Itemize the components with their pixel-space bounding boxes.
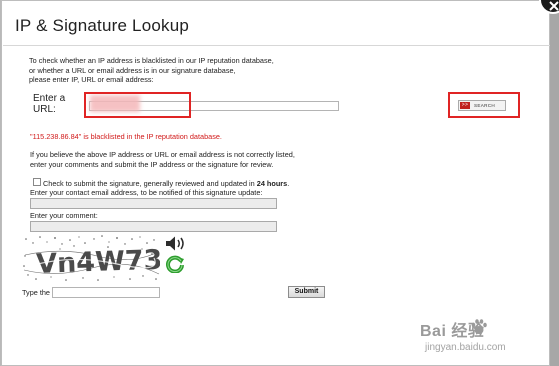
lookup-result: "115.238.86.84" is blacklisted in the IP… xyxy=(30,132,222,141)
review-instructions: If you believe the above IP address or U… xyxy=(30,150,295,169)
dialog-title: IP & Signature Lookup xyxy=(15,16,190,35)
intro-text: To check whether an IP address is blackl… xyxy=(29,56,274,85)
url-highlight-box xyxy=(84,92,191,118)
intro-line: please enter IP, URL or email address: xyxy=(29,75,154,85)
review-instructions-line: If you believe the above IP address or U… xyxy=(30,150,295,159)
watermark: Bai 经验 jingyan.baidu.com xyxy=(420,317,530,359)
search-highlight-box xyxy=(448,92,520,118)
url-label-line: URL: xyxy=(33,104,56,115)
watermark-url: jingyan.baidu.com xyxy=(425,342,506,353)
url-label: Enter a URL: xyxy=(33,94,65,116)
review-instructions-line: enter your comments and submit the IP ad… xyxy=(30,159,274,169)
submit-button[interactable]: Submit xyxy=(288,286,325,298)
captcha-image: Vn4W73 xyxy=(22,234,160,283)
check-label-suffix: . xyxy=(287,179,290,188)
lookup-dialog: IP & Signature Lookup To check whether a… xyxy=(1,0,550,366)
intro-line: To check whether an IP address is blackl… xyxy=(29,56,274,65)
email-label: Enter your contact email address, to be … xyxy=(30,188,263,197)
check-label-prefix: Check to submit the signature, generally… xyxy=(43,179,257,188)
intro-line: or whether a URL or email address is in … xyxy=(29,65,236,75)
captcha-text: Vn4W73 xyxy=(36,245,160,280)
captcha-input[interactable] xyxy=(52,287,160,298)
comment-field[interactable] xyxy=(30,221,277,232)
check-label-hours: 24 hours xyxy=(256,179,288,188)
refresh-icon[interactable] xyxy=(165,254,185,278)
captcha-graphic: Vn4W73 xyxy=(23,235,160,281)
paw-icon xyxy=(471,319,487,334)
comment-label: Enter your comment: xyxy=(30,211,98,220)
email-field[interactable] xyxy=(30,198,277,209)
submit-signature-checkbox[interactable] xyxy=(33,178,41,186)
page-backdrop xyxy=(550,0,559,366)
title-divider xyxy=(3,45,550,46)
close-icon xyxy=(549,1,559,11)
